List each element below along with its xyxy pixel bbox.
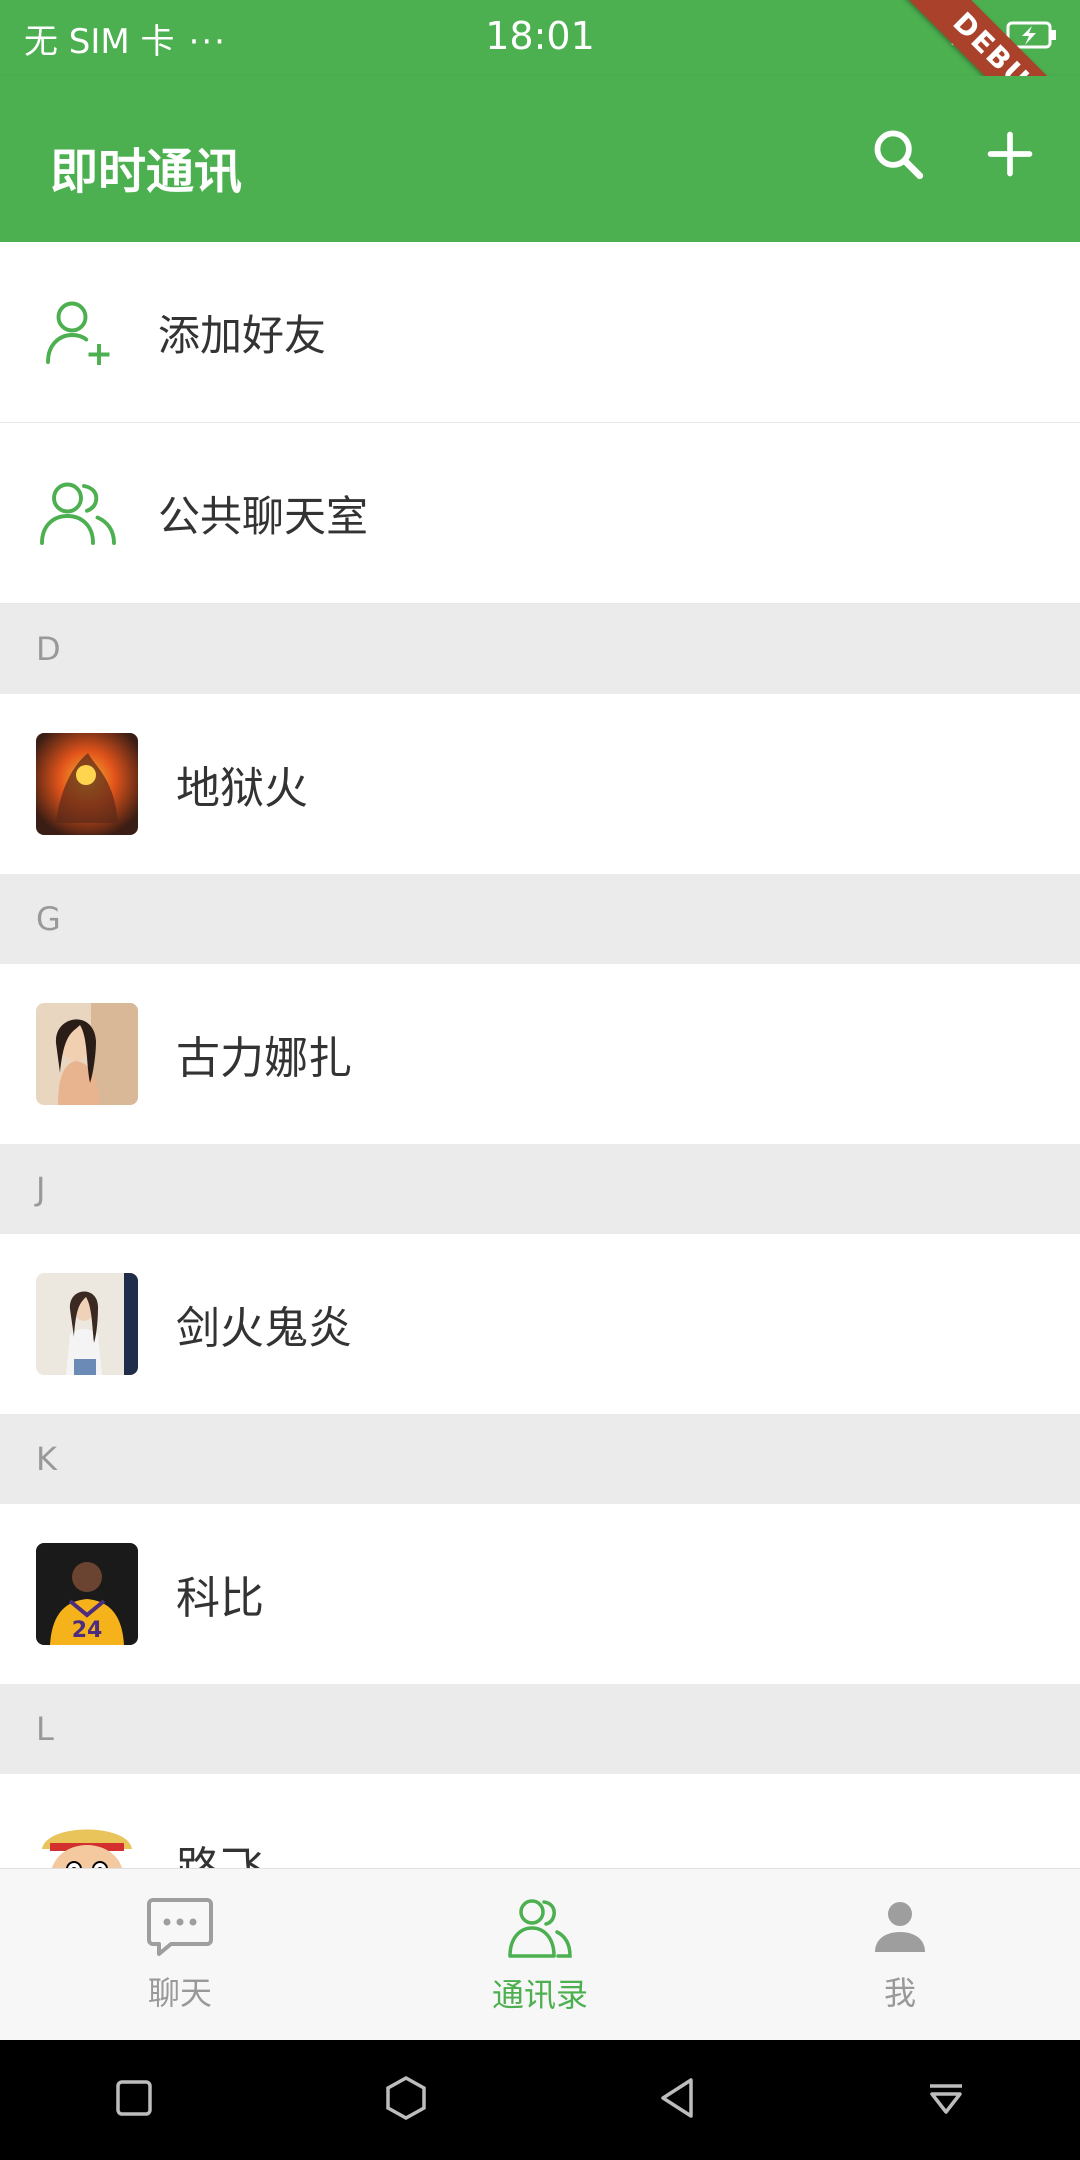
section-header-l: L (0, 1684, 1080, 1774)
public-chatroom-row[interactable]: 公共聊天室 (0, 423, 1080, 604)
avatar (36, 1813, 138, 1868)
search-icon (874, 130, 924, 180)
status-bar: 无 SIM 卡 ··· 18:01 DEBUG (0, 0, 1080, 76)
hexagon-icon (386, 2075, 426, 2121)
contact-row[interactable]: 古力娜扎 (0, 964, 1080, 1144)
contact-name: 科比 (176, 1573, 264, 1624)
person-icon (875, 1902, 925, 1952)
contact-name: 路飞 (176, 1832, 264, 1868)
contact-row[interactable]: 地狱火 (0, 694, 1080, 874)
app-bar-actions (868, 124, 1040, 184)
triangle-back-icon (661, 2078, 693, 2118)
avatar (36, 733, 138, 835)
avatar: 24 (36, 1543, 138, 1645)
contact-name: 剑火鬼炎 (176, 1303, 352, 1354)
add-friend-row[interactable]: 添加好友 (0, 242, 1080, 423)
add-user-icon (36, 296, 120, 368)
overview-button[interactable] (114, 2078, 154, 2122)
section-header-g: G (0, 874, 1080, 964)
contact-name: 古力娜扎 (176, 1033, 352, 1084)
svg-text:24: 24 (72, 1618, 103, 1643)
system-navigation-bar (0, 2040, 1080, 2160)
avatar (36, 1003, 138, 1105)
app-bar: 即时通讯 (0, 76, 1080, 242)
tab-chat-label: 聊天 (147, 1974, 212, 2012)
plus-icon (987, 131, 1033, 177)
square-icon (116, 2080, 152, 2116)
pull-down-icon (929, 2084, 962, 2114)
search-button[interactable] (868, 124, 928, 184)
back-button[interactable] (657, 2076, 697, 2124)
page-title: 即时通讯 (50, 144, 243, 200)
contact-row[interactable]: 24 科比 (0, 1504, 1080, 1684)
add-button[interactable] (980, 124, 1040, 184)
section-header-j: J (0, 1144, 1080, 1234)
clock: 18:01 (485, 14, 595, 58)
group-icon (36, 475, 120, 551)
bottom-navigation: 聊天 通讯录 我 (0, 1868, 1080, 2041)
tab-contacts[interactable]: 通讯录 (360, 1869, 720, 2041)
avatar (36, 1273, 138, 1375)
contact-row[interactable]: 剑火鬼炎 (0, 1234, 1080, 1414)
public-chatroom-label: 公共聊天室 (158, 491, 369, 541)
tab-chat[interactable]: 聊天 (0, 1869, 360, 2041)
tab-me[interactable]: 我 (720, 1869, 1080, 2041)
contact-name: 地狱火 (176, 763, 308, 814)
notification-shade-button[interactable] (926, 2078, 966, 2122)
tab-me-label: 我 (883, 1974, 916, 2012)
contacts-list[interactable]: 添加好友 公共聊天室 D 地狱火 G 古力娜扎 J 剑火鬼炎 K 24 科比 L (0, 242, 1080, 1868)
contact-row[interactable]: 路飞 (0, 1774, 1080, 1868)
add-friend-label: 添加好友 (158, 310, 327, 360)
section-header-d: D (0, 604, 1080, 694)
section-header-k: K (0, 1414, 1080, 1504)
home-button[interactable] (383, 2075, 429, 2125)
chat-icon (147, 1898, 213, 1956)
tab-contacts-label: 通讯录 (491, 1976, 588, 2014)
contacts-icon (508, 1899, 572, 1958)
